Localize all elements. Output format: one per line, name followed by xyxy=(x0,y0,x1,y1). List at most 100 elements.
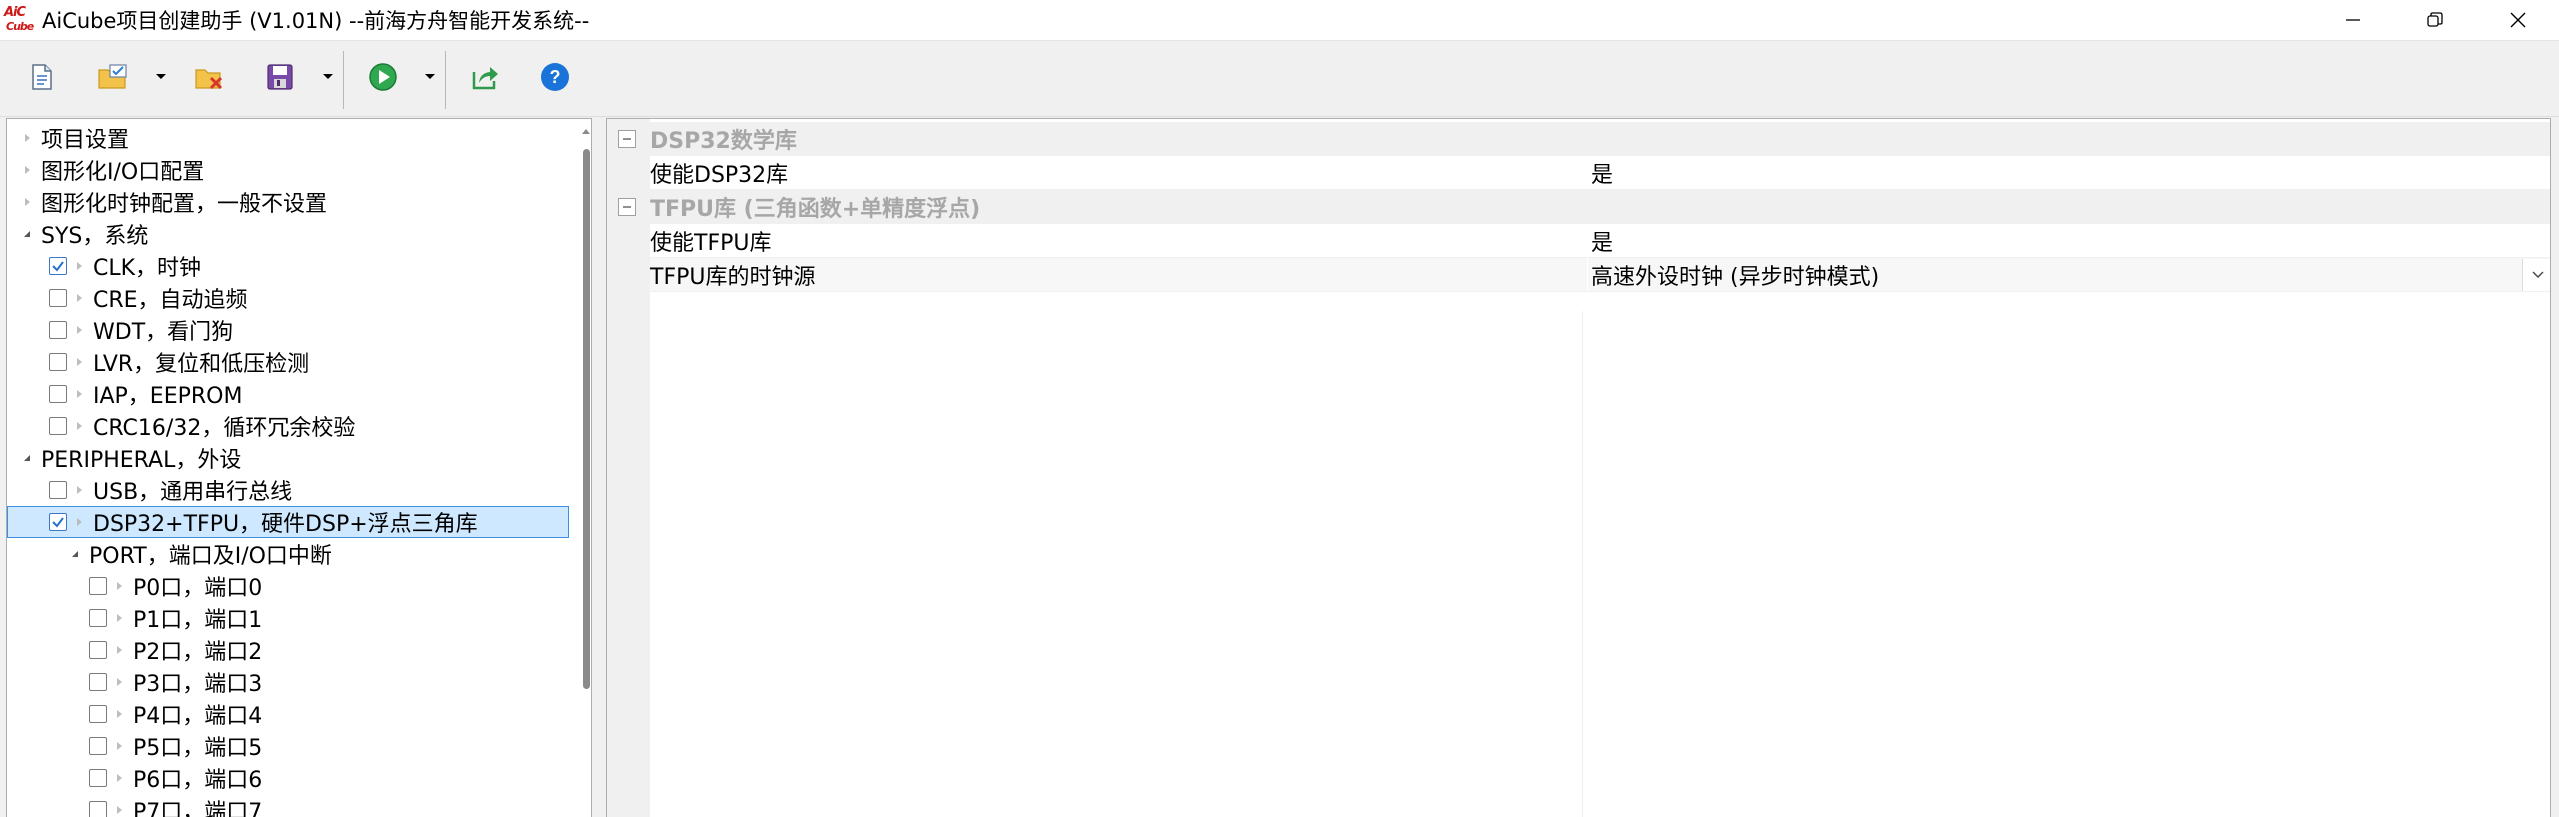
minimize-button[interactable] xyxy=(2313,0,2393,40)
title-bar: AiC Cube AiCube项目创建助手 (V1.01N) --前海方舟智能开… xyxy=(0,0,2559,40)
collapsed-arrow-icon[interactable] xyxy=(111,706,127,722)
collapsed-arrow-icon[interactable] xyxy=(111,770,127,786)
tree-item[interactable]: P2口，端口2 xyxy=(89,634,262,666)
tree-item[interactable]: CLK，时钟 xyxy=(49,250,201,282)
collapsed-arrow-icon[interactable] xyxy=(71,322,87,338)
collapsed-arrow-icon[interactable] xyxy=(111,738,127,754)
property-value[interactable]: 是 xyxy=(1588,156,2550,189)
save-dropdown[interactable] xyxy=(320,69,336,85)
tree-item[interactable]: P6口，端口6 xyxy=(89,762,262,794)
new-project-button[interactable] xyxy=(21,57,61,97)
module-checkbox[interactable] xyxy=(49,417,67,435)
tree-item[interactable]: CRE，自动追频 xyxy=(49,282,248,314)
module-checkbox[interactable] xyxy=(49,513,67,531)
collapsed-arrow-icon[interactable] xyxy=(19,162,35,178)
tree-item-label: PERIPHERAL，外设 xyxy=(41,448,242,473)
run-generate-dropdown[interactable] xyxy=(422,69,438,85)
module-checkbox[interactable] xyxy=(49,353,67,371)
tree-scrollbar[interactable] xyxy=(580,119,591,817)
collapsed-arrow-icon[interactable] xyxy=(111,578,127,594)
close-project-button[interactable] xyxy=(190,57,230,97)
tree-item[interactable]: WDT，看门狗 xyxy=(49,314,233,346)
tree-scrollbar-thumb[interactable] xyxy=(583,149,590,689)
category-dsp32[interactable]: DSP32数学库 xyxy=(607,122,2550,156)
tree-item[interactable]: IAP，EEPROM xyxy=(49,378,242,410)
tree-item[interactable]: DSP32+TFPU，硬件DSP+浮点三角库 xyxy=(7,506,569,538)
dropdown-button[interactable] xyxy=(2522,259,2550,291)
collapsed-arrow-icon[interactable] xyxy=(111,674,127,690)
collapsed-arrow-icon[interactable] xyxy=(71,482,87,498)
close-button[interactable] xyxy=(2478,0,2558,40)
tree-item[interactable]: PORT，端口及I/O口中断 xyxy=(67,538,332,570)
collapsed-arrow-icon[interactable] xyxy=(71,354,87,370)
collapsed-arrow-icon[interactable] xyxy=(71,290,87,306)
collapsed-arrow-icon[interactable] xyxy=(71,386,87,402)
collapsed-arrow-icon[interactable] xyxy=(71,418,87,434)
run-generate-button[interactable] xyxy=(363,57,403,97)
module-checkbox[interactable] xyxy=(49,321,67,339)
collapsed-arrow-icon[interactable] xyxy=(19,130,35,146)
tree-item[interactable]: P3口，端口3 xyxy=(89,666,262,698)
property-name: 使能DSP32库 xyxy=(650,162,789,188)
minus-icon xyxy=(623,138,631,140)
expanded-arrow-icon[interactable] xyxy=(67,546,83,562)
restore-button[interactable] xyxy=(2395,0,2475,40)
module-checkbox[interactable] xyxy=(89,737,107,755)
export-icon xyxy=(472,67,498,90)
module-checkbox[interactable] xyxy=(49,481,67,499)
tree-item[interactable]: 图形化I/O口配置 xyxy=(19,154,204,186)
collapsed-arrow-icon[interactable] xyxy=(111,642,127,658)
open-project-button[interactable] xyxy=(93,57,133,97)
tree-item[interactable]: P1口，端口1 xyxy=(89,602,262,634)
module-checkbox[interactable] xyxy=(89,673,107,691)
tree-item[interactable]: USB，通用串行总线 xyxy=(49,474,292,506)
tree-item-label: P1口，端口1 xyxy=(133,608,263,633)
close-project-icon xyxy=(195,69,223,90)
collapsed-arrow-icon[interactable] xyxy=(19,194,35,210)
module-checkbox[interactable] xyxy=(49,385,67,403)
tree-item[interactable]: PERIPHERAL，外设 xyxy=(19,442,241,474)
expanded-arrow-icon[interactable] xyxy=(19,226,35,242)
module-checkbox[interactable] xyxy=(89,769,107,787)
tree-item[interactable]: SYS，系统 xyxy=(19,218,148,250)
collapsed-arrow-icon[interactable] xyxy=(71,258,87,274)
tree-item[interactable]: 项目设置 xyxy=(19,122,129,154)
category-tfpu[interactable]: TFPU库 (三角函数+单精度浮点) xyxy=(607,190,2550,224)
property-value-select[interactable]: 高速外设时钟 (异步时钟模式) xyxy=(1588,258,2550,291)
panel-splitter[interactable] xyxy=(592,118,606,817)
toolbar: ? xyxy=(0,40,2559,117)
help-icon: ? xyxy=(541,63,569,91)
app-logo-text-bottom: Cube xyxy=(6,20,34,33)
property-row[interactable]: TFPU库的时钟源 高速外设时钟 (异步时钟模式) xyxy=(650,258,2550,292)
module-checkbox[interactable] xyxy=(89,609,107,627)
collapse-toggle[interactable] xyxy=(618,198,636,216)
module-checkbox[interactable] xyxy=(49,289,67,307)
module-checkbox[interactable] xyxy=(89,577,107,595)
tree-item[interactable]: P4口，端口4 xyxy=(89,698,262,730)
save-button[interactable] xyxy=(260,57,300,97)
open-project-dropdown[interactable] xyxy=(153,69,169,85)
tree-item-label: 项目设置 xyxy=(41,128,130,153)
property-value[interactable]: 是 xyxy=(1588,224,2550,257)
module-checkbox[interactable] xyxy=(89,705,107,723)
tree-item[interactable]: CRC16/32，循环冗余校验 xyxy=(49,410,355,442)
tree-item[interactable]: P7口，端口7 xyxy=(89,794,262,817)
collapsed-arrow-icon[interactable] xyxy=(71,514,87,530)
minus-icon xyxy=(623,206,631,208)
scroll-up-icon xyxy=(582,129,590,134)
help-button[interactable]: ? xyxy=(535,57,575,97)
property-row[interactable]: 使能TFPU库 是 xyxy=(650,224,2550,258)
tree-item[interactable]: 图形化时钟配置，一般不设置 xyxy=(19,186,327,218)
tree-item[interactable]: P0口，端口0 xyxy=(89,570,262,602)
collapse-toggle[interactable] xyxy=(618,130,636,148)
tree-item[interactable]: P5口，端口5 xyxy=(89,730,262,762)
module-checkbox[interactable] xyxy=(89,801,107,817)
module-checkbox[interactable] xyxy=(89,641,107,659)
export-button[interactable] xyxy=(465,57,505,97)
collapsed-arrow-icon[interactable] xyxy=(111,610,127,626)
module-checkbox[interactable] xyxy=(49,257,67,275)
collapsed-arrow-icon[interactable] xyxy=(111,802,127,817)
expanded-arrow-icon[interactable] xyxy=(19,450,35,466)
property-row[interactable]: 使能DSP32库 是 xyxy=(650,156,2550,190)
tree-item[interactable]: LVR，复位和低压检测 xyxy=(49,346,309,378)
